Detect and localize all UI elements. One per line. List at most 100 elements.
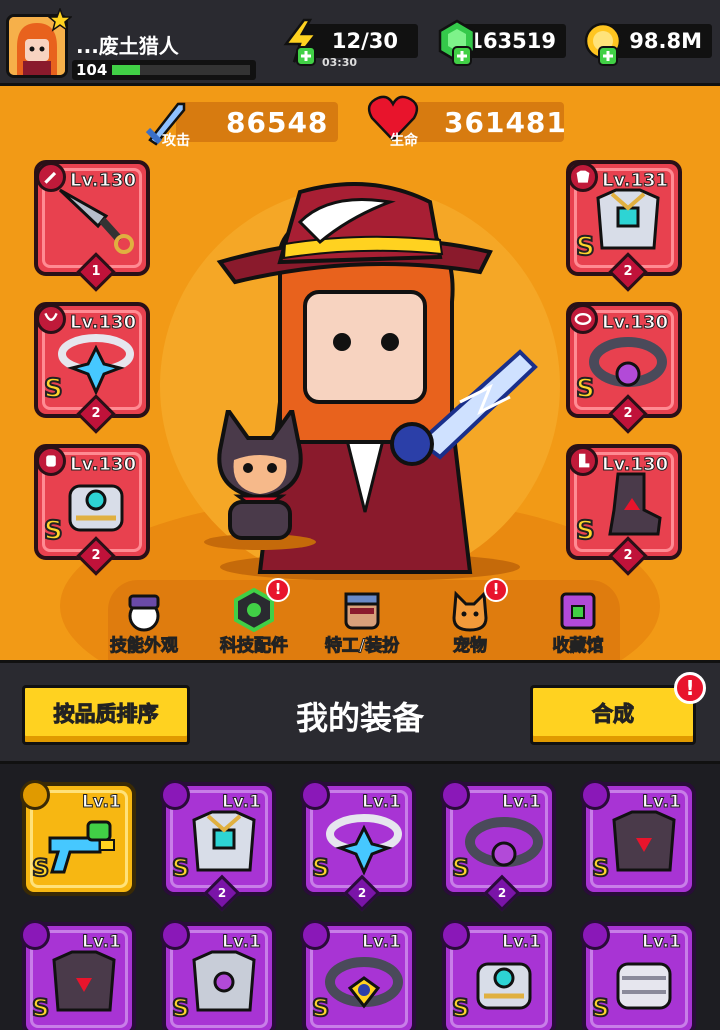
sort-by-quality-button[interactable]: 按品质排序 — [22, 685, 190, 745]
inventory-item[interactable]: Lv.1 S — [20, 780, 136, 896]
gauntlet-icon — [68, 484, 124, 532]
item-type-icon — [20, 780, 50, 810]
item-type-icon — [580, 920, 610, 950]
xp-bar — [112, 65, 250, 75]
star-necklace-icon — [326, 814, 402, 876]
item-rank: S — [451, 853, 470, 883]
nav-pet[interactable]: ! 宠物 — [420, 578, 520, 657]
item-type-icon — [440, 920, 470, 950]
xp-fill — [112, 65, 140, 75]
belt-icon — [465, 817, 543, 867]
inventory-item[interactable]: Lv.1 S — [160, 920, 276, 1030]
kunai-icon — [58, 188, 134, 254]
agent-costume-icon — [344, 592, 380, 630]
item-rank: S — [171, 993, 190, 1023]
gem-plus-icon[interactable] — [452, 46, 472, 66]
inventory-item[interactable]: Lv.1 S — [580, 920, 696, 1030]
health-label: 生命 — [390, 133, 418, 149]
dark-armor-icon — [612, 810, 676, 872]
top-bar: ...废土猎人 104 12/30 03:30 163519 98.8M — [0, 0, 720, 86]
attack-stat: 86548 — [176, 102, 338, 142]
inventory-item[interactable]: Lv.1 S — [300, 920, 416, 1030]
silver-gauntlet-icon — [616, 962, 672, 1010]
player-name: ...废土猎人 — [76, 34, 179, 58]
slot-rank: S — [575, 231, 596, 263]
item-rank: S — [591, 993, 610, 1023]
pet-dog[interactable] — [200, 410, 320, 550]
nav-label: 技能外观 — [110, 636, 179, 657]
equip-slot-armor[interactable]: Lv.131 S 2 — [566, 160, 682, 292]
item-rank: S — [591, 853, 610, 883]
merge-alert-badge: ! — [674, 672, 706, 704]
nav-alert-badge: ! — [266, 578, 290, 602]
item-rank: S — [31, 993, 50, 1023]
nav-agent-costume[interactable]: 特工/装扮 — [312, 586, 412, 657]
player-level-bar: 104 — [72, 60, 256, 80]
inventory-item[interactable]: Lv.1 S 2 — [440, 780, 556, 912]
gauntlet-icon — [476, 962, 532, 1010]
attack-label: 攻击 — [162, 133, 190, 149]
item-type-icon — [20, 920, 50, 950]
boots-icon — [608, 472, 662, 536]
item-type-icon — [440, 780, 470, 810]
nav-alert-badge: ! — [484, 578, 508, 602]
nav-label: 特工/装扮 — [324, 636, 400, 657]
belt-icon — [589, 337, 667, 387]
gold-belt-icon — [325, 957, 403, 1009]
gem-value: 163519 — [468, 29, 556, 53]
dark-armor-icon — [52, 950, 116, 1012]
star-necklace-icon — [58, 334, 134, 396]
hero-panel: 86548 攻击 361481 生命 Lv.130 1 Lv.130 S 2 L… — [0, 86, 720, 660]
coin-plus-icon[interactable] — [598, 46, 618, 66]
energy-value: 12/30 — [331, 29, 398, 53]
item-rank: S — [311, 853, 330, 883]
equip-slot-necklace[interactable]: Lv.130 S 2 — [34, 302, 150, 434]
chest-armor-icon — [192, 810, 256, 872]
merge-button[interactable]: 合成 — [530, 685, 696, 745]
nav-label: 收藏馆 — [552, 636, 604, 657]
inventory-item[interactable]: Lv.1 S — [440, 920, 556, 1030]
inventory-item[interactable]: Lv.1 S — [580, 780, 696, 896]
inventory-item[interactable]: Lv.1 S 2 — [160, 780, 276, 912]
chest-armor-icon — [596, 188, 660, 250]
item-type-icon — [160, 780, 190, 810]
nav-skill-skin[interactable]: 技能外观 — [94, 586, 194, 657]
slot-rank: S — [575, 515, 596, 547]
my-equipment-title: 我的装备 — [295, 699, 424, 737]
item-rank: S — [311, 993, 330, 1023]
equip-slot-gloves[interactable]: Lv.130 S 2 — [34, 444, 150, 576]
player-level: 104 — [76, 61, 108, 79]
nav-label: 科技配件 — [220, 636, 289, 657]
inventory-item[interactable]: Lv.1 S 2 — [300, 780, 416, 912]
equip-slot-weapon[interactable]: Lv.130 1 — [34, 160, 150, 292]
silver-armor-icon — [192, 950, 256, 1012]
slot-rank: S — [575, 373, 596, 405]
item-type-icon — [300, 780, 330, 810]
equipment-action-bar: 按品质排序 我的装备 合成 ! — [0, 660, 720, 764]
energy-timer: 03:30 — [322, 56, 358, 69]
rank-star-icon — [48, 8, 72, 32]
collection-icon — [560, 592, 596, 630]
nav-tech-part[interactable]: ! 科技配件 — [204, 578, 304, 657]
health-value: 361481 — [444, 106, 567, 139]
inventory-item[interactable]: Lv.1 S — [20, 920, 136, 1030]
item-type-icon — [300, 920, 330, 950]
nav-collection[interactable]: 收藏馆 — [528, 586, 628, 657]
equip-slot-belt[interactable]: Lv.130 S 2 — [566, 302, 682, 434]
slot-rank: S — [43, 515, 64, 547]
skill-skin-icon — [128, 594, 160, 632]
slot-rank: S — [43, 373, 64, 405]
nav-label: 宠物 — [453, 636, 488, 657]
equipment-inventory-grid: Lv.1 S Lv.1 S 2 Lv.1 S 2 Lv.1 S 2 Lv.1 S Lv.1 S Lv.1 S Lv… — [0, 764, 720, 1030]
coin-value: 98.8M — [629, 29, 702, 53]
item-rank: S — [171, 853, 190, 883]
energy-plus-icon[interactable] — [296, 46, 316, 66]
item-type-icon — [160, 920, 190, 950]
item-rank: S — [451, 993, 470, 1023]
merge-button-label: 合成 — [592, 702, 635, 727]
item-rank: S — [31, 853, 50, 883]
item-type-icon — [580, 780, 610, 810]
water-gun-icon — [48, 820, 115, 874]
equip-slot-boots[interactable]: Lv.130 S 2 — [566, 444, 682, 576]
attack-value: 86548 — [226, 106, 329, 139]
